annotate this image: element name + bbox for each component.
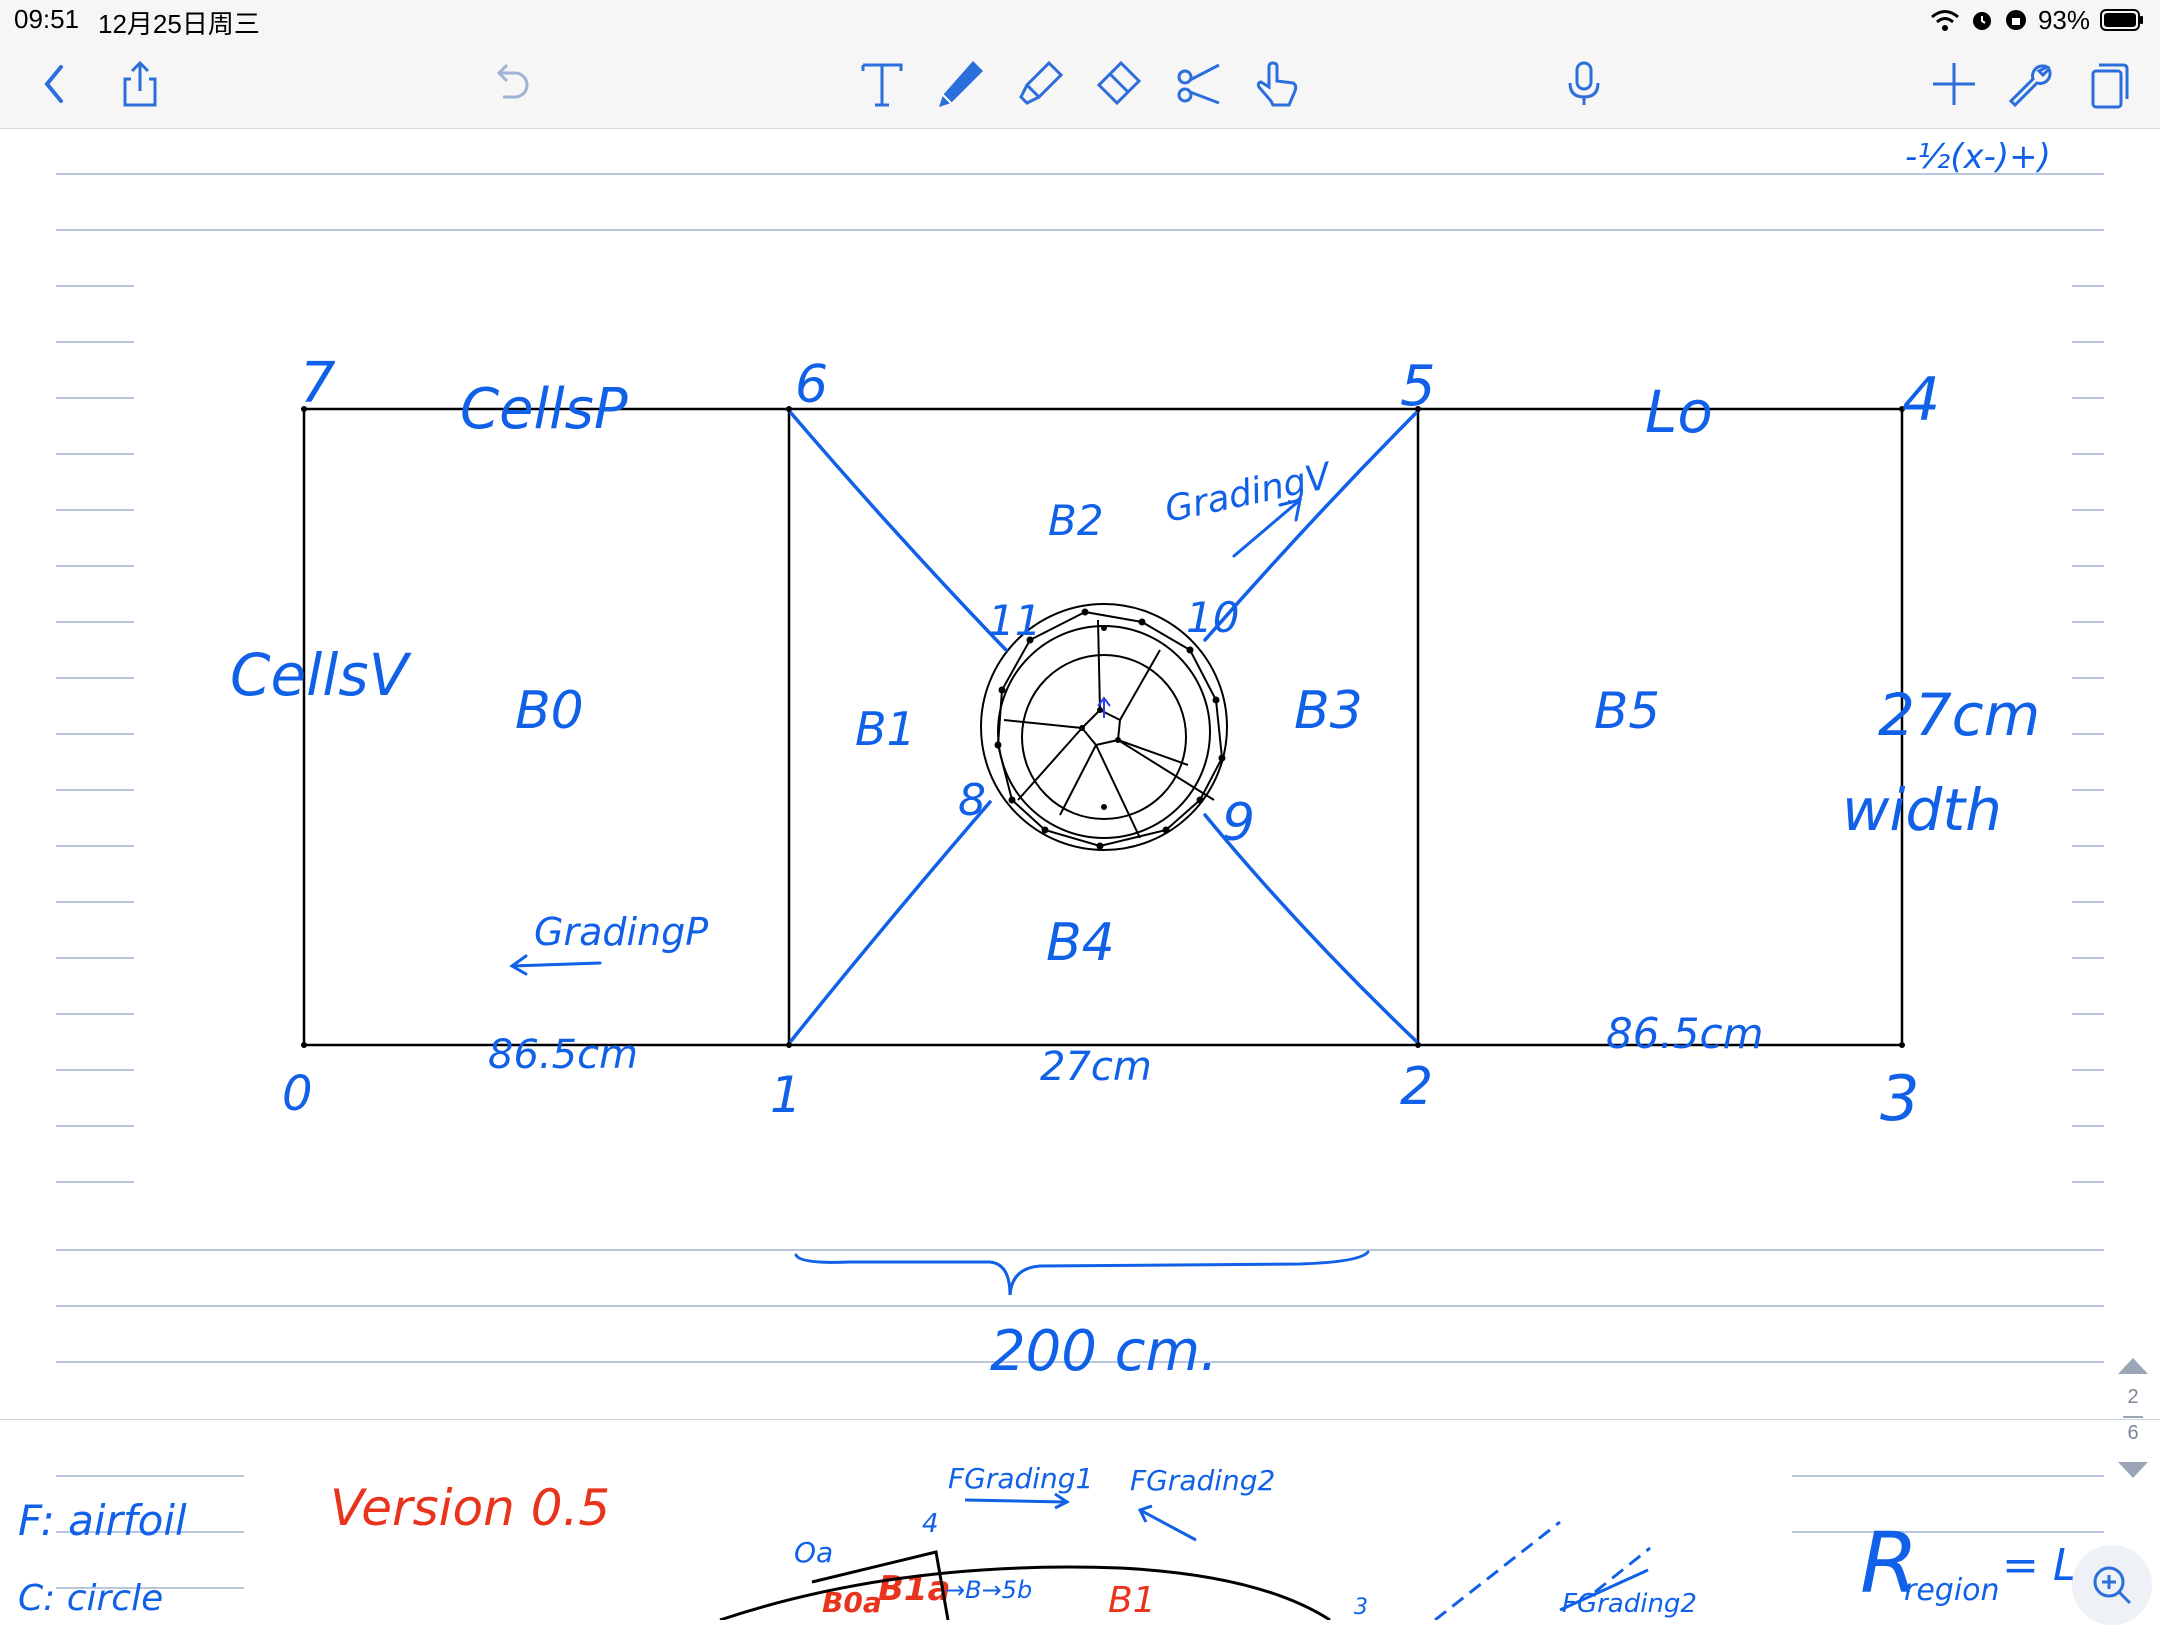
vertex-9: 9: [1222, 793, 1255, 853]
block-b0: B0: [515, 681, 584, 741]
pages-icon: [2091, 63, 2129, 109]
hand-icon: [1256, 61, 1298, 107]
wifi-icon: [1930, 10, 1959, 31]
vertex-11: 11: [988, 596, 1041, 645]
alarm-icon: [1972, 12, 1991, 30]
block-b1: B1: [855, 702, 916, 756]
label-f-grading1: FGrading1: [948, 1462, 1093, 1495]
handwritten-strokes: [509, 497, 1370, 1296]
current-page-number: 2: [2127, 1386, 2139, 1408]
highlighter-icon: [1019, 60, 1064, 105]
label-grading-v: GradingV: [1161, 455, 1336, 531]
vertex-6: 6: [795, 355, 828, 415]
wrench-icon: [2008, 64, 2052, 108]
share-icon: [123, 60, 157, 107]
page-indicator[interactable]: 2 6: [2110, 1350, 2156, 1488]
battery-icon: [2100, 9, 2143, 31]
share-button[interactable]: [110, 54, 170, 114]
battery-percent: 93%: [2037, 4, 2090, 35]
vertex-7: 7: [300, 351, 336, 416]
label-n3: 3: [1354, 1595, 1368, 1620]
label-circle: C: circle: [18, 1578, 163, 1619]
vertex-0: 0: [282, 1066, 313, 1122]
zoom-button[interactable]: [2072, 1545, 2152, 1625]
label-n4: 4: [922, 1509, 939, 1539]
vertex-2: 2: [1400, 1057, 1433, 1117]
vertex-3: 3: [1880, 1062, 1919, 1135]
undo-icon: [496, 63, 529, 99]
vertex-4: 4: [1902, 365, 1940, 435]
highlighter-tool-button[interactable]: [1010, 54, 1070, 114]
grading-p-arrow: [509, 954, 602, 976]
next-page-preview[interactable]: F: airfoil C: circle Version 0.5 FGradin…: [0, 1420, 2160, 1620]
note-canvas: -½(x-)+) 7 6 5 4 0 1 2 3 11 10 8 9 B0 B1…: [56, 137, 2104, 1384]
label-cells-p: CellsP: [460, 377, 628, 442]
label-bottom-left: 86.5cm: [488, 1032, 638, 1078]
vertex-1: 1: [770, 1066, 802, 1124]
hand-tool-button[interactable]: [1246, 54, 1306, 114]
back-icon: [44, 65, 63, 103]
label-lo: Lo: [1645, 378, 1713, 446]
status-time: 09:51: [14, 4, 80, 34]
block-b2: B2: [1048, 496, 1104, 545]
add-button[interactable]: [1924, 54, 1984, 114]
status-right: 93%: [1930, 4, 2144, 36]
zoom-in-icon: [2093, 1566, 2132, 1605]
microphone-icon: [1568, 61, 1600, 105]
back-button[interactable]: [24, 54, 84, 114]
pages-button[interactable]: [2078, 54, 2138, 114]
page-divider: [2123, 1416, 2143, 1418]
next-page-canvas: F: airfoil C: circle Version 0.5 FGradin…: [18, 1462, 2104, 1620]
status-bar: 09:51 12月25日周三 93%: [0, 0, 2160, 40]
label-oa: Oa: [794, 1536, 833, 1569]
lasso-tool-button[interactable]: [1168, 54, 1228, 114]
total-brace: [794, 1250, 1370, 1296]
label-region: region: [1904, 1573, 2000, 1608]
total-page-count: 6: [2127, 1422, 2139, 1444]
page-down-icon[interactable]: [2110, 1456, 2156, 1486]
text-tool-icon: [861, 63, 903, 107]
label-grading-p: GradingP: [534, 910, 708, 954]
label-f-grading2: FGrading2: [1130, 1464, 1275, 1497]
orientation-lock-icon: [2005, 10, 2026, 30]
undo-button[interactable]: [480, 54, 540, 114]
margin-ticks-right: [2072, 285, 2104, 1183]
margin-ticks-left: [56, 285, 134, 1183]
label-total-width: 200 cm.: [990, 1319, 1218, 1384]
block-b3: B3: [1294, 681, 1363, 741]
pen-tool-button[interactable]: [930, 54, 990, 114]
label-equals: = L: [2002, 1540, 2077, 1591]
eraser-tool-button[interactable]: [1088, 54, 1148, 114]
block-b5: B5: [1594, 682, 1660, 740]
pen-icon: [939, 61, 983, 107]
label-b-arrow: →B→5b: [945, 1576, 1032, 1604]
label-bottom-right: 86.5cm: [1606, 1009, 1764, 1058]
label-width-value: 27cm: [1878, 681, 2040, 749]
scissors-icon: [1177, 63, 1220, 105]
handwritten-labels: 7 6 5 4 0 1 2 3 11 10 8 9 B0 B1 B2 B3 B4…: [230, 351, 2040, 1384]
microphone-button[interactable]: [1554, 54, 1614, 114]
label-width-word: width: [1842, 776, 2002, 844]
label-version: Version 0.5: [330, 1479, 610, 1537]
status-date: 12月25日周三: [98, 9, 260, 39]
vertex-8: 8: [958, 775, 986, 826]
settings-button[interactable]: [2000, 54, 2060, 114]
top-scribble: -½(x-)+): [1905, 137, 2051, 177]
text-tool-button[interactable]: [852, 54, 912, 114]
next-page-labels: F: airfoil C: circle Version 0.5 FGradin…: [18, 1462, 2077, 1620]
label-f-airfoil: F: airfoil: [18, 1496, 187, 1545]
vertex-10: 10: [1186, 593, 1239, 642]
page-up-icon[interactable]: [2110, 1350, 2156, 1380]
ruled-lines: [56, 173, 2104, 1363]
label-f-grading2-b: FGrading2: [1562, 1589, 1697, 1619]
vertex-5: 5: [1400, 354, 1436, 419]
label-bottom-mid: 27cm: [1040, 1044, 1152, 1090]
note-page[interactable]: -½(x-)+) 7 6 5 4 0 1 2 3 11 10 8 9 B0 B1…: [0, 129, 2160, 1422]
toolbar: [0, 40, 2160, 129]
block-b4: B4: [1046, 913, 1115, 973]
eraser-icon: [1096, 60, 1142, 106]
label-cells-v: CellsV: [230, 641, 413, 709]
add-icon: [1933, 63, 1975, 105]
label-b1: B1: [1108, 1580, 1156, 1620]
